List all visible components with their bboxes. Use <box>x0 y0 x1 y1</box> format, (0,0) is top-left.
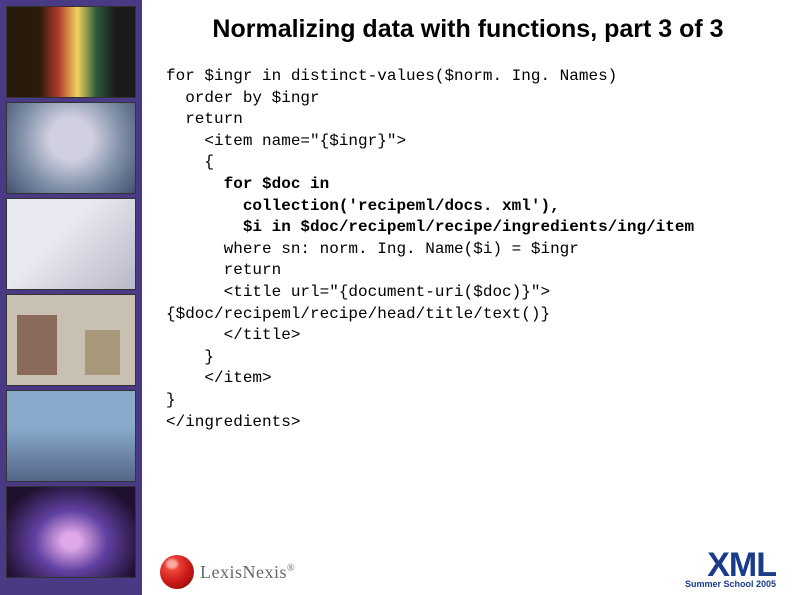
code-bold: collection('recipeml/docs. xml'), <box>243 197 560 215</box>
code-line: </item> <box>166 369 272 387</box>
slide: Normalizing data with functions, part 3 … <box>0 0 794 595</box>
xml-logo-subtext: Summer School 2005 <box>685 580 776 589</box>
logo-sphere-icon <box>160 555 194 589</box>
code-bold: for $doc in <box>224 175 330 193</box>
code-line: for $ingr in distinct-values($norm. Ing.… <box>166 67 617 85</box>
sidebar-thumbnails <box>0 0 142 595</box>
thumbnail-image <box>6 390 136 482</box>
code-line: } <box>166 348 214 366</box>
code-bold: $i in $doc/recipeml/recipe/ingredients/i… <box>243 218 694 236</box>
code-line: where sn: norm. Ing. Name($i) = $ingr <box>166 240 579 258</box>
code-indent <box>166 197 243 215</box>
lexis-label: LexisNexis <box>200 562 287 582</box>
code-line: </title> <box>166 326 300 344</box>
code-indent <box>166 175 224 193</box>
lexisnexis-logo: LexisNexis® <box>160 555 295 589</box>
footer: LexisNexis® XML Summer School 2005 <box>160 537 776 589</box>
thumbnail-image <box>6 294 136 386</box>
content-area: Normalizing data with functions, part 3 … <box>142 0 794 595</box>
xml-logo: XML Summer School 2005 <box>685 548 776 589</box>
code-line: return <box>166 261 281 279</box>
thumbnail-image <box>6 6 136 98</box>
code-block: for $ingr in distinct-values($norm. Ing.… <box>160 66 776 433</box>
code-line: } <box>166 391 176 409</box>
code-line: <title url="{document-uri($doc)}"> <box>166 283 550 301</box>
code-line: return <box>166 110 243 128</box>
registered-mark: ® <box>287 563 295 574</box>
code-line: {$doc/recipeml/recipe/head/title/text()} <box>166 305 550 323</box>
code-indent <box>166 218 243 236</box>
thumbnail-image <box>6 102 136 194</box>
code-line: order by $ingr <box>166 89 320 107</box>
lexis-text: LexisNexis® <box>200 562 295 583</box>
code-line: <item name="{$ingr}"> <box>166 132 406 150</box>
code-line: </ingredients> <box>166 413 300 431</box>
slide-title: Normalizing data with functions, part 3 … <box>160 14 776 44</box>
thumbnail-image <box>6 198 136 290</box>
thumbnail-image <box>6 486 136 578</box>
code-line: { <box>166 153 214 171</box>
xml-logo-text: XML <box>685 548 776 582</box>
